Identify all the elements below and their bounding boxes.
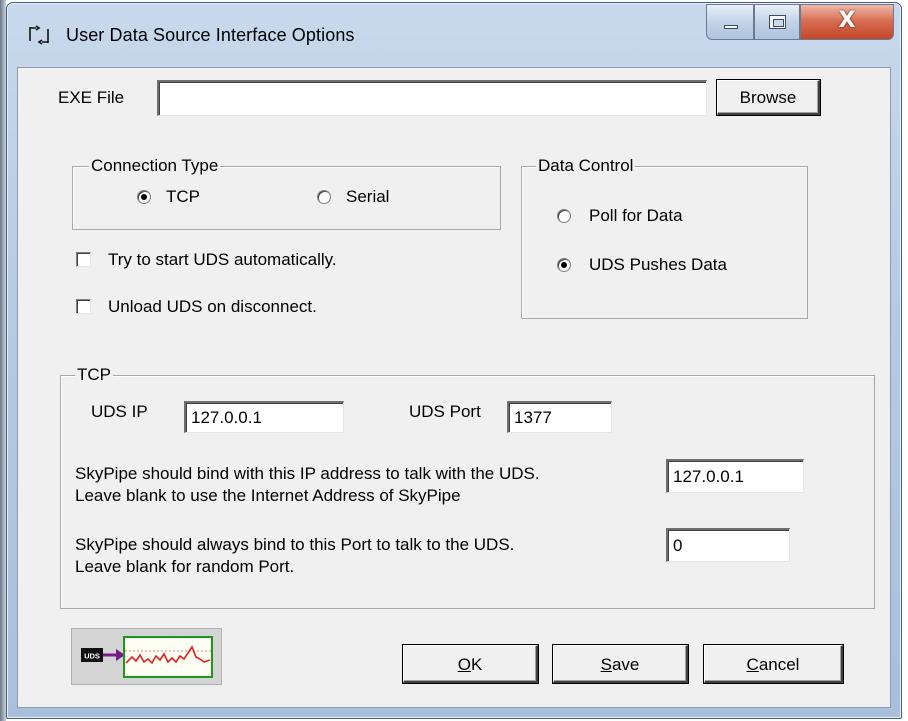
bind-port-input[interactable]	[666, 528, 790, 562]
bind-port-description-line2: Leave blank for random Port.	[75, 557, 295, 576]
tcp-radio-label: TCP	[166, 187, 200, 206]
bind-ip-description-line1: SkyPipe should bind with this IP address…	[75, 464, 540, 483]
close-button[interactable]: X	[800, 4, 894, 40]
tcp-radio[interactable]	[137, 190, 151, 204]
ok-button-label: OK	[457, 655, 483, 674]
connection-type-title: Connection Type	[89, 156, 221, 176]
poll-for-data-label: Poll for Data	[589, 206, 683, 225]
unload-uds-label: Unload UDS on disconnect.	[108, 297, 317, 316]
minimize-button[interactable]	[706, 4, 754, 40]
close-icon: X	[838, 8, 856, 33]
uds-pushes-data-radio[interactable]	[557, 258, 571, 272]
save-button[interactable]: Save	[553, 645, 688, 683]
maximize-icon	[769, 15, 786, 29]
window-title: User Data Source Interface Options	[66, 25, 355, 45]
data-control-group	[521, 166, 808, 319]
tcp-group-title: TCP	[75, 365, 113, 385]
maximize-button[interactable]	[754, 4, 800, 40]
uds-badge-text: UDS	[84, 652, 100, 661]
browse-button[interactable]: Browse	[717, 80, 820, 115]
auto-start-uds-checkbox[interactable]	[76, 252, 91, 267]
browse-button-label: Browse	[739, 88, 797, 107]
app-icon	[29, 25, 49, 45]
bind-ip-input[interactable]	[666, 459, 804, 493]
poll-for-data-radio[interactable]	[557, 209, 571, 223]
uds-port-input[interactable]	[507, 401, 612, 433]
minimize-icon	[724, 25, 738, 29]
exe-file-label: EXE File	[58, 88, 125, 107]
data-control-title: Data Control	[536, 156, 636, 176]
serial-radio[interactable]	[317, 190, 331, 204]
serial-radio-label: Serial	[346, 187, 390, 206]
bind-port-description-line1: SkyPipe should always bind to this Port …	[75, 535, 515, 554]
uds-port-label: UDS Port	[409, 402, 481, 421]
save-button-label: Save	[600, 655, 640, 674]
uds-ip-label: UDS IP	[91, 402, 148, 421]
exe-file-input[interactable]	[157, 80, 707, 116]
uds-to-chart-logo-icon: UDS	[81, 636, 213, 678]
bind-ip-description-line2: Leave blank to use the Internet Address …	[75, 486, 461, 505]
uds-logo: UDS	[71, 628, 222, 685]
ok-button[interactable]: OK	[403, 645, 538, 683]
unload-uds-checkbox[interactable]	[76, 299, 91, 314]
auto-start-uds-label: Try to start UDS automatically.	[108, 250, 337, 269]
cancel-button-label: Cancel	[746, 655, 800, 674]
cancel-button[interactable]: Cancel	[704, 645, 843, 683]
uds-pushes-data-label: UDS Pushes Data	[589, 255, 727, 274]
uds-ip-input[interactable]	[184, 401, 344, 433]
